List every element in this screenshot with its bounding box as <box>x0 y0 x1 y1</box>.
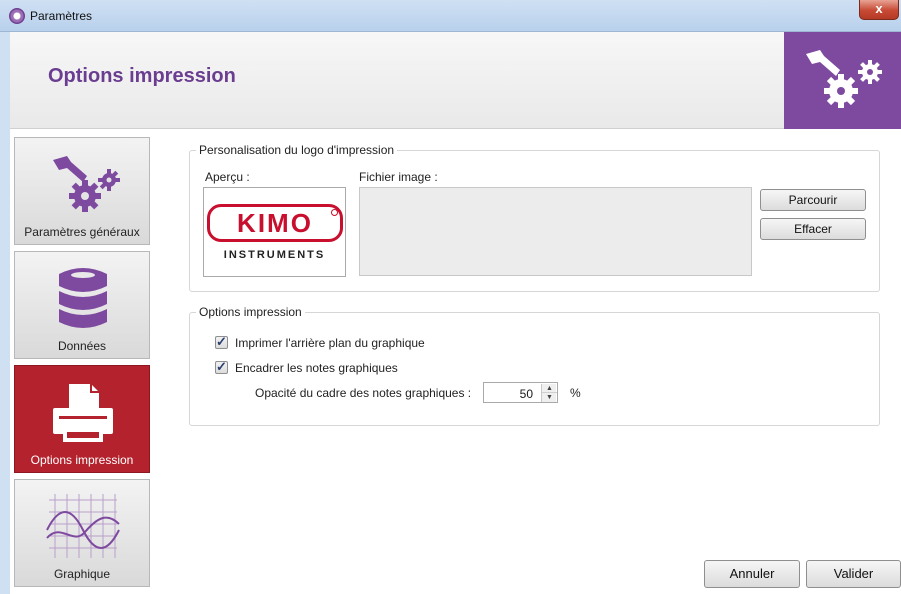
stepper-up-icon[interactable]: ▲ <box>542 384 557 393</box>
logo-brand-text: KIMO <box>237 208 313 238</box>
sidebar: Paramètres généraux Données Options impr… <box>10 129 162 594</box>
header-gears-icon <box>784 32 901 129</box>
app-icon <box>9 8 25 24</box>
logo-sub-text: INSTRUMENTS <box>223 249 326 261</box>
logo-preview: KIMO INSTRUMENTS <box>203 187 346 277</box>
print-options-group: Options impression ✓ Imprimer l'arrière … <box>189 305 880 426</box>
chart-icon <box>46 494 120 558</box>
sidebar-item-general-settings[interactable]: Paramètres généraux <box>14 137 150 245</box>
stepper-buttons: ▲ ▼ <box>541 384 557 402</box>
clear-button[interactable]: Effacer <box>760 218 866 240</box>
registered-mark-icon <box>331 209 338 216</box>
close-button[interactable]: x <box>859 0 899 20</box>
background-checkbox[interactable]: ✓ <box>215 334 228 349</box>
group-legend: Personalisation du logo d'impression <box>196 143 398 157</box>
settings-window: Paramètres x Options impression Paramètr… <box>0 0 901 594</box>
file-label: Fichier image : <box>359 170 438 184</box>
sidebar-item-data[interactable]: Données <box>14 251 150 359</box>
gears-icon <box>53 156 120 212</box>
frame-notes-checkbox-label[interactable]: Encadrer les notes graphiques <box>235 361 398 375</box>
opacity-stepper[interactable]: 50 ▲ ▼ <box>483 382 558 403</box>
printer-icon <box>53 384 113 442</box>
opacity-value: 50 <box>519 387 533 401</box>
opacity-unit: % <box>570 386 581 400</box>
logo-settings-group: Personalisation du logo d'impression Ape… <box>189 143 880 292</box>
frame-notes-checkbox[interactable]: ✓ <box>215 359 228 374</box>
page-title: Options impression <box>48 65 236 87</box>
sidebar-item-print-options[interactable]: Options impression <box>14 365 150 473</box>
sidebar-item-label: Options impression <box>30 453 134 467</box>
sidebar-item-label: Données <box>57 339 107 353</box>
page-header: Options impression <box>10 32 901 129</box>
preview-label: Aperçu : <box>205 170 250 184</box>
cancel-button[interactable]: Annuler <box>704 560 800 588</box>
validate-button[interactable]: Valider <box>806 560 901 588</box>
checkmark-icon: ✓ <box>216 334 227 349</box>
checkmark-icon: ✓ <box>216 359 227 374</box>
image-file-field[interactable] <box>359 187 752 276</box>
sidebar-item-chart[interactable]: Graphique <box>14 479 150 587</box>
kimo-logo: KIMO <box>207 204 343 242</box>
background-checkbox-label[interactable]: Imprimer l'arrière plan du graphique <box>235 336 425 350</box>
browse-button[interactable]: Parcourir <box>760 189 866 211</box>
stepper-down-icon[interactable]: ▼ <box>542 393 557 402</box>
window-title: Paramètres <box>30 9 93 23</box>
sidebar-item-label: Graphique <box>53 567 111 581</box>
title-bar: Paramètres x <box>0 0 901 32</box>
window-frame <box>0 32 10 594</box>
sidebar-item-label: Paramètres généraux <box>24 225 140 239</box>
group-legend: Options impression <box>196 305 305 319</box>
opacity-label: Opacité du cadre des notes graphiques : <box>255 386 472 400</box>
database-icon <box>59 268 107 328</box>
